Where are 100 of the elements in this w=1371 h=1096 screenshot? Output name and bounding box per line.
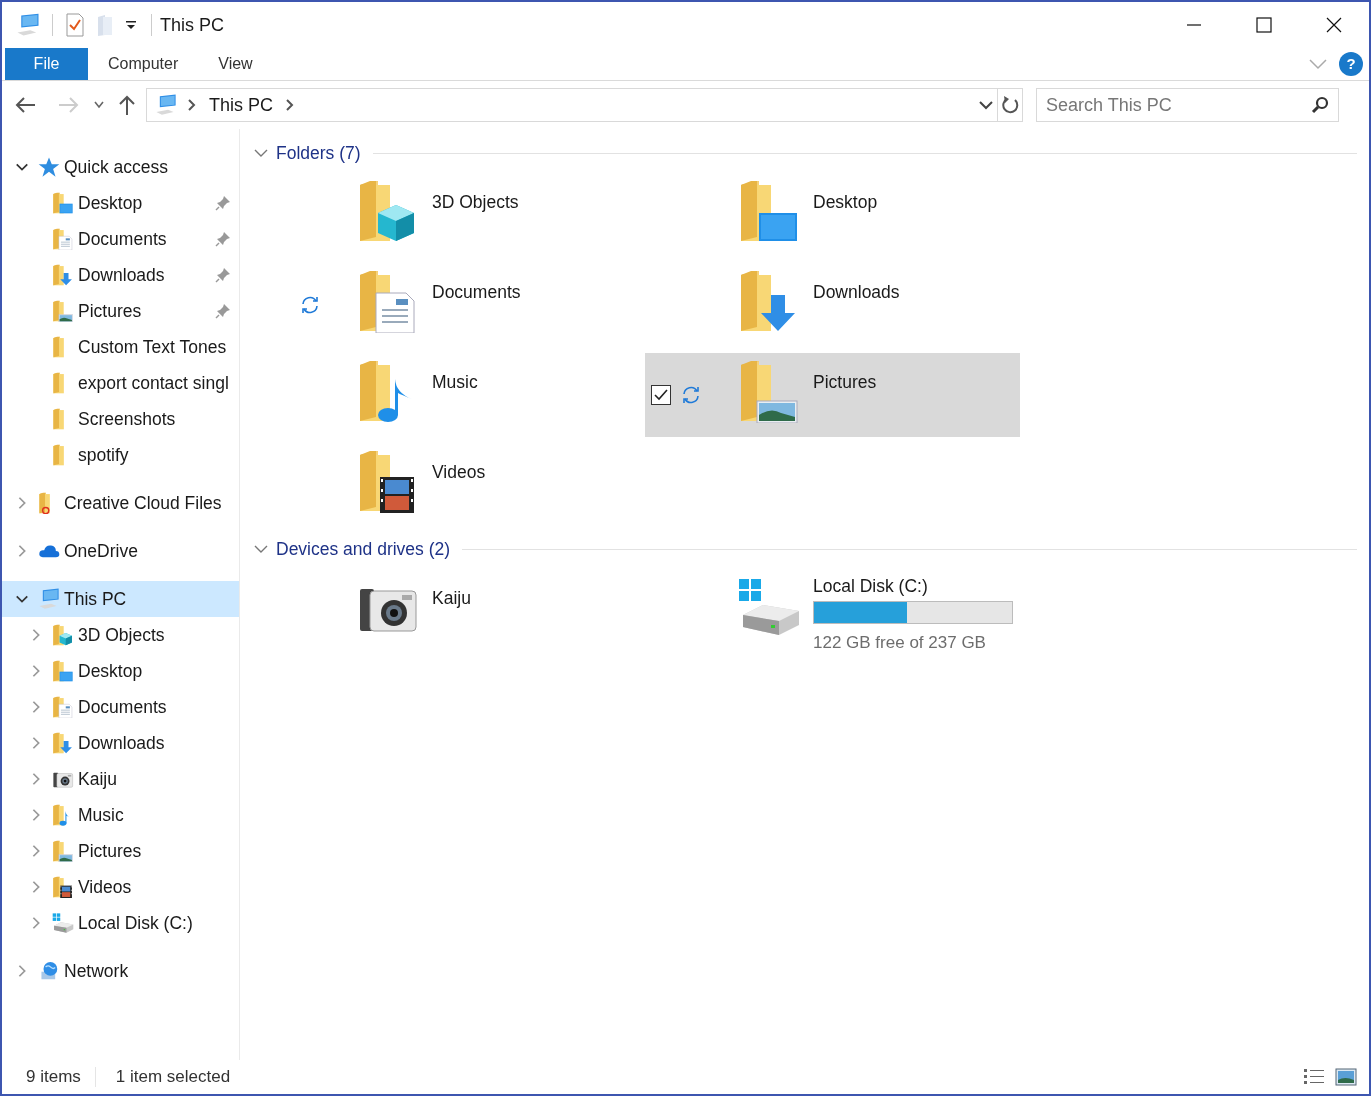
navigation-label: Creative Cloud Files [64, 491, 222, 515]
navigation-item[interactable]: export contact singl [2, 365, 239, 401]
navigation-label: Desktop [78, 191, 143, 215]
section-header[interactable]: Folders (7) [276, 139, 361, 167]
star-icon [38, 156, 60, 178]
item-tile[interactable]: Kaiju [264, 569, 639, 653]
navigation-item[interactable]: Network [2, 953, 239, 989]
navigation-item[interactable]: Screenshots [2, 401, 239, 437]
item-tile[interactable]: Documents [264, 263, 639, 347]
hard-drive-icon [52, 912, 74, 934]
item-label: Pictures [813, 371, 877, 394]
navigation-item[interactable]: Quick access [2, 149, 239, 185]
navigation-item[interactable]: OneDrive [2, 533, 239, 569]
folder-icon [52, 444, 64, 466]
computer-icon [38, 588, 60, 610]
ribbon-tab[interactable]: Computer [88, 48, 199, 80]
folder-with-landscape-icon [52, 300, 74, 322]
item-tile[interactable]: Pictures [645, 353, 1020, 437]
folder-with-screen-icon [52, 192, 74, 214]
item-label: Music [432, 371, 478, 394]
refresh-icon [1001, 96, 1019, 114]
navigation-item[interactable]: Videos [2, 869, 239, 905]
item-tile[interactable]: Music [264, 353, 639, 437]
expand-ribbon-icon[interactable] [1309, 58, 1327, 70]
window-title: This PC [160, 13, 224, 37]
back-arrow-icon[interactable] [14, 96, 36, 114]
navigation-label: Network [64, 959, 129, 983]
navigation-item[interactable]: This PC [2, 581, 239, 617]
navigation-item[interactable]: Creative Cloud Files [2, 485, 239, 521]
navigation-label: Music [78, 803, 124, 827]
navigation-item[interactable]: Kaiju [2, 761, 239, 797]
navigation-label: Pictures [78, 839, 142, 863]
item-tile[interactable]: Videos [264, 443, 639, 527]
search-icon [1311, 96, 1329, 114]
navigation-label: Screenshots [78, 407, 176, 431]
item-tile[interactable]: Downloads [645, 263, 1020, 347]
navigation-label: Custom Text Tones [78, 335, 227, 359]
ribbon-tab[interactable]: File [5, 48, 88, 80]
large-icons-view-icon[interactable] [1335, 1067, 1357, 1087]
folder-with-landscape-icon [52, 840, 74, 862]
selection-count: 1 item selected [115, 1066, 231, 1089]
navigation-item[interactable]: Documents [2, 221, 239, 257]
navigation-label: This PC [64, 587, 127, 611]
folder-icon [52, 408, 64, 430]
navigation-item[interactable]: Custom Text Tones [2, 329, 239, 365]
item-tile[interactable]: Local Disk (C:) 122 GB free of 237 GB [645, 569, 1020, 653]
item-label: Videos [432, 461, 486, 484]
folder-with-ring-icon [38, 492, 50, 514]
navigation-item[interactable]: Documents [2, 689, 239, 725]
folder-with-document-icon [52, 696, 74, 718]
folder-with-film-icon [52, 876, 74, 898]
customize-toolbar-icon[interactable] [125, 19, 137, 31]
navigation-label: Documents [78, 695, 167, 719]
navigation-item[interactable]: Desktop [2, 185, 239, 221]
navigation-item[interactable]: Desktop [2, 653, 239, 689]
folder-with-down-arrow-icon [52, 264, 74, 286]
navigation-label: Downloads [78, 263, 165, 287]
free-space-label: 122 GB free of 237 GB [813, 632, 987, 655]
navigation-item[interactable]: spotify [2, 437, 239, 473]
ribbon-tab[interactable]: View [198, 48, 273, 80]
item-label: Documents [432, 281, 521, 304]
item-label: 3D Objects [432, 191, 519, 214]
folder-with-document-icon [52, 228, 74, 250]
search-field[interactable]: Search This PC [1036, 88, 1339, 122]
navigation-item[interactable]: Downloads [2, 725, 239, 761]
item-tile[interactable]: 3D Objects [264, 173, 639, 257]
minimize-icon [1185, 24, 1203, 26]
item-tile[interactable]: Desktop [645, 173, 1020, 257]
breadcrumb-item[interactable]: This PC [209, 91, 273, 119]
up-arrow-icon[interactable] [118, 94, 136, 116]
navigation-label: Pictures [78, 299, 142, 323]
breadcrumb-chevron-icon[interactable] [285, 99, 295, 111]
navigation-item[interactable]: Pictures [2, 293, 239, 329]
help-button[interactable]: ? [1339, 52, 1363, 76]
computer-icon[interactable] [16, 13, 40, 37]
folder-with-screen-icon [52, 660, 74, 682]
item-label: Local Disk (C:) [813, 575, 929, 598]
navigation-label: 3D Objects [78, 623, 165, 647]
recent-locations-icon[interactable] [94, 101, 104, 109]
maximize-icon [1255, 17, 1273, 33]
folder-icon [52, 336, 64, 358]
navigation-label: Local Disk (C:) [78, 911, 193, 935]
details-view-icon[interactable] [1303, 1067, 1325, 1087]
navigation-item[interactable]: 3D Objects [2, 617, 239, 653]
navigation-item[interactable]: Downloads [2, 257, 239, 293]
refresh-button[interactable] [998, 88, 1023, 122]
navigation-item[interactable]: Music [2, 797, 239, 833]
check-icon [654, 389, 668, 401]
address-dropdown-icon[interactable] [979, 100, 993, 110]
address-bar[interactable]: This PC [146, 88, 998, 122]
checkbox[interactable] [651, 385, 671, 405]
section-header[interactable]: Devices and drives (2) [276, 535, 451, 563]
folder-with-down-arrow-icon [52, 732, 74, 754]
properties-icon[interactable] [65, 13, 85, 37]
breadcrumb-chevron-icon[interactable] [187, 99, 197, 111]
navigation-label: OneDrive [64, 539, 138, 563]
navigation-label: spotify [78, 443, 129, 467]
navigation-label: Videos [78, 875, 132, 899]
navigation-item[interactable]: Local Disk (C:) [2, 905, 239, 941]
navigation-item[interactable]: Pictures [2, 833, 239, 869]
